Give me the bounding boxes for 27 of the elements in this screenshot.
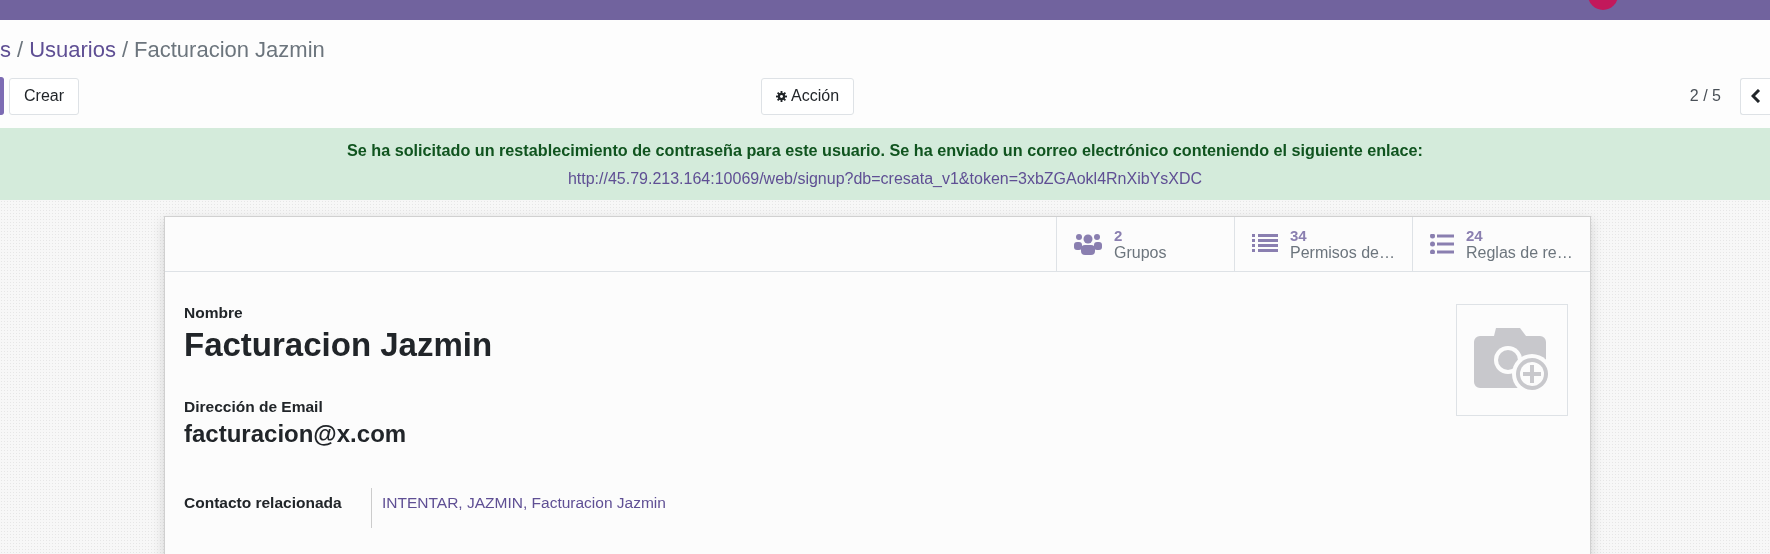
user-name: Facturacion Jazmin: [184, 326, 494, 364]
stat-button[interactable]: 24 Reglas de re…: [1412, 217, 1590, 271]
list-icon: [1430, 234, 1454, 254]
chevron-left-icon: [1751, 89, 1761, 103]
alert-message: Se ha solicitado un restablecimiento de contraseña para este usuario. Se ha enviado un correo electrónico conteniendo el siguiente enlace:: [347, 140, 1423, 160]
breadcrumb-current: Facturacion Jazmin: [134, 37, 325, 63]
stat-button[interactable]: 34 Permisos de…: [1234, 217, 1412, 271]
signup-link[interactable]: http://45.79.213.164:10069/web/signup?db=cresata_v1&token=3xbZGAokl4RnXibYsXDC: [567, 169, 1203, 188]
create-button[interactable]: Crear: [9, 77, 79, 115]
breadcrumb-separator: /: [17, 37, 24, 63]
previous-button[interactable]: [1740, 77, 1770, 115]
action-button[interactable]: Acción: [761, 77, 855, 115]
stat-button[interactable]: 2 Grupos: [1056, 217, 1234, 271]
contact-link[interactable]: INTENTAR, JAZMIN, Facturacion Jazmin: [382, 494, 666, 528]
list-icon: [1252, 234, 1278, 254]
field-label: Dirección de Email: [184, 398, 324, 416]
users-icon: [1074, 232, 1102, 256]
save-button[interactable]: [0, 77, 4, 115]
breadcrumb-link[interactable]: Usuarios: [29, 37, 116, 63]
user-email: facturacion@x.com: [184, 420, 408, 448]
gear-icon: [776, 90, 787, 102]
field-label: Contacto relacionada: [184, 494, 343, 513]
field-label: Nombre: [184, 304, 244, 322]
pager-counter: 2 / 5: [1689, 87, 1721, 105]
breadcrumb-separator: /: [121, 37, 129, 63]
breadcrumb-link[interactable]: s: [0, 37, 11, 63]
image-upload[interactable]: [1456, 304, 1568, 416]
